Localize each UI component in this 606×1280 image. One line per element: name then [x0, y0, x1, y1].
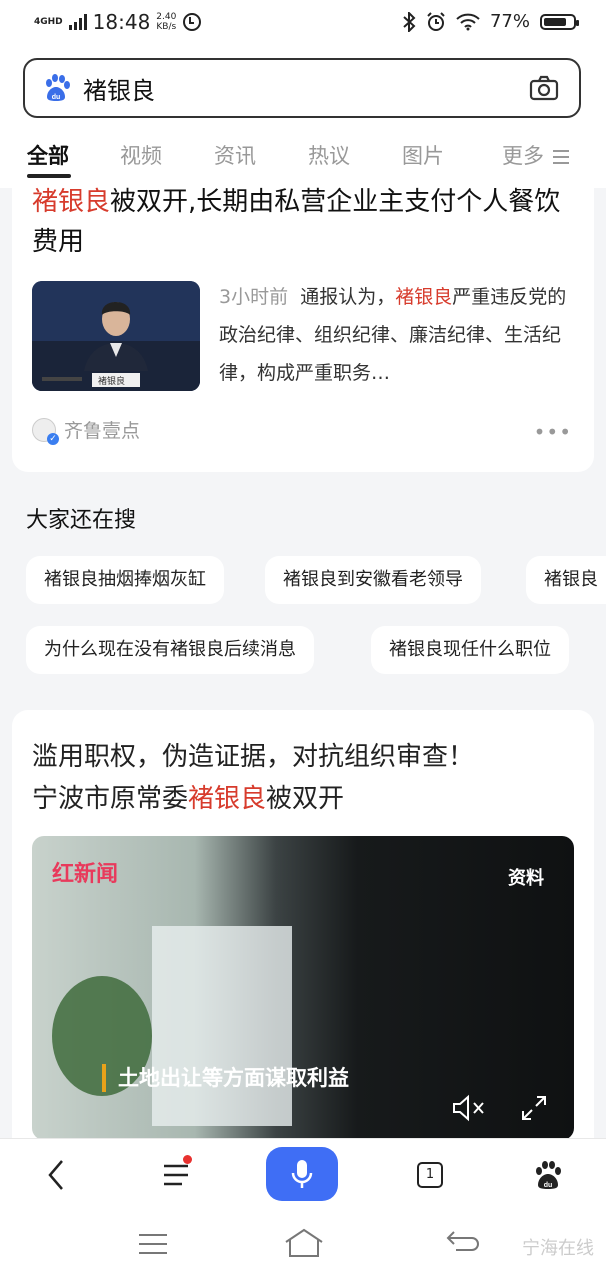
data-saver-icon	[183, 13, 202, 31]
baidu-home-button[interactable]: du	[518, 1149, 578, 1201]
wifi-icon	[456, 13, 480, 30]
tab-video[interactable]: 视频	[120, 140, 162, 170]
back-button[interactable]	[26, 1149, 86, 1201]
tab-more[interactable]: 更多	[502, 140, 570, 170]
video-subtitle: 土地出让等方面谋取利益	[102, 1064, 349, 1092]
camera-icon[interactable]	[529, 75, 559, 101]
battery-icon	[540, 13, 579, 30]
active-tab-indicator	[27, 174, 71, 178]
system-nav-bar: 宁海在线	[0, 1210, 606, 1280]
menu-button[interactable]	[146, 1149, 206, 1201]
bluetooth-icon	[403, 11, 416, 32]
related-search-chip[interactable]: 为什么现在没有褚银良后续消息	[26, 626, 314, 674]
status-right: 77%	[402, 11, 579, 32]
video-player[interactable]: 红新闻 资料 土地出让等方面谋取利益	[32, 836, 574, 1140]
recents-icon[interactable]	[138, 1232, 168, 1256]
tab-news[interactable]: 资讯	[214, 140, 256, 170]
tab-count: 1	[417, 1162, 443, 1188]
status-time: 18:48	[92, 10, 151, 34]
video-logo: 红新闻	[52, 862, 119, 887]
thumbnail-nameplate: 褚银良	[98, 377, 126, 387]
video-tag: 资料	[508, 868, 544, 889]
baidu-paw-icon: du	[536, 1161, 561, 1189]
battery-percent: 77%	[489, 11, 530, 32]
related-search-chip[interactable]: 褚银良抽烟捧烟灰缸	[26, 556, 224, 604]
microphone-icon	[291, 1160, 313, 1188]
tab-all[interactable]: 全部	[27, 140, 69, 170]
verified-icon: ✓	[47, 432, 59, 445]
related-search-chip[interactable]: 褚银良到安徽看老领导	[265, 556, 481, 604]
menu-lines-icon	[553, 150, 569, 164]
status-left: 4GHD 18:48 2.40 KB/s	[34, 10, 202, 34]
search-input[interactable]: 褚银良	[83, 71, 529, 106]
related-search-chip[interactable]: 褚银良现任什么职位	[371, 626, 569, 674]
voice-search-button[interactable]	[266, 1147, 338, 1201]
result-tabs: 全部 视频 资讯 热议 图片 更多	[0, 138, 606, 178]
home-icon[interactable]	[284, 1228, 324, 1258]
result-card-2[interactable]: 滥用职权，伪造证据，对抗组织审查！ 宁波市原常委褚银良被双开 红新闻 资料 土地…	[12, 710, 594, 1160]
bottom-toolbar: 1 du	[0, 1138, 606, 1211]
signal-icon	[68, 14, 87, 30]
watermark-text: 宁海在线	[522, 1238, 594, 1259]
network-speed: 2.40 KB/s	[156, 12, 177, 32]
related-searches-heading: 大家还在搜	[26, 508, 137, 533]
result-title[interactable]: 褚银良被双开,长期由私营企业主支付个人餐饮费用	[32, 182, 572, 262]
mute-icon[interactable]	[452, 1094, 486, 1122]
more-options-icon[interactable]: •••	[534, 420, 572, 444]
source-name[interactable]: 齐鲁壹点	[64, 416, 140, 443]
network-indicator: 4GHD	[34, 16, 63, 27]
search-box[interactable]: du 褚银良	[23, 58, 581, 118]
status-bar: 4GHD 18:48 2.40 KB/s 77%	[0, 0, 606, 48]
related-search-chip[interactable]: 褚银良	[526, 556, 606, 604]
svg-text:du: du	[544, 1182, 553, 1189]
menu-icon	[164, 1164, 188, 1186]
search-header: du 褚银良 全部 视频 资讯 热议 图片 更多	[0, 48, 606, 188]
back-nav-icon[interactable]	[446, 1230, 480, 1258]
result-title[interactable]: 滥用职权，伪造证据，对抗组织审查！ 宁波市原常委褚银良被双开	[32, 736, 572, 820]
tab-images[interactable]: 图片	[402, 140, 444, 170]
svg-text:du: du	[52, 94, 61, 101]
tabs-button[interactable]: 1	[400, 1149, 460, 1201]
result-thumbnail[interactable]: 褚银良	[32, 281, 200, 391]
back-arrow-icon	[48, 1160, 63, 1190]
source-avatar-icon: ✓	[32, 417, 59, 445]
alarm-icon	[427, 11, 445, 31]
notification-dot	[183, 1155, 192, 1164]
baidu-paw-icon[interactable]: du	[41, 73, 71, 103]
result-source[interactable]: ✓ 齐鲁壹点	[32, 416, 140, 445]
result-card-1[interactable]: 褚银良被双开,长期由私营企业主支付个人餐饮费用 褚银良 3小时前 通报认为，褚银…	[12, 187, 594, 472]
result-time: 3小时前	[219, 286, 289, 308]
fullscreen-icon[interactable]	[520, 1094, 548, 1122]
tab-discussion[interactable]: 热议	[308, 140, 350, 170]
result-snippet: 3小时前 通报认为，褚银良严重违反党的政治纪律、组织纪律、廉洁纪律、生活纪律，构…	[219, 286, 567, 384]
